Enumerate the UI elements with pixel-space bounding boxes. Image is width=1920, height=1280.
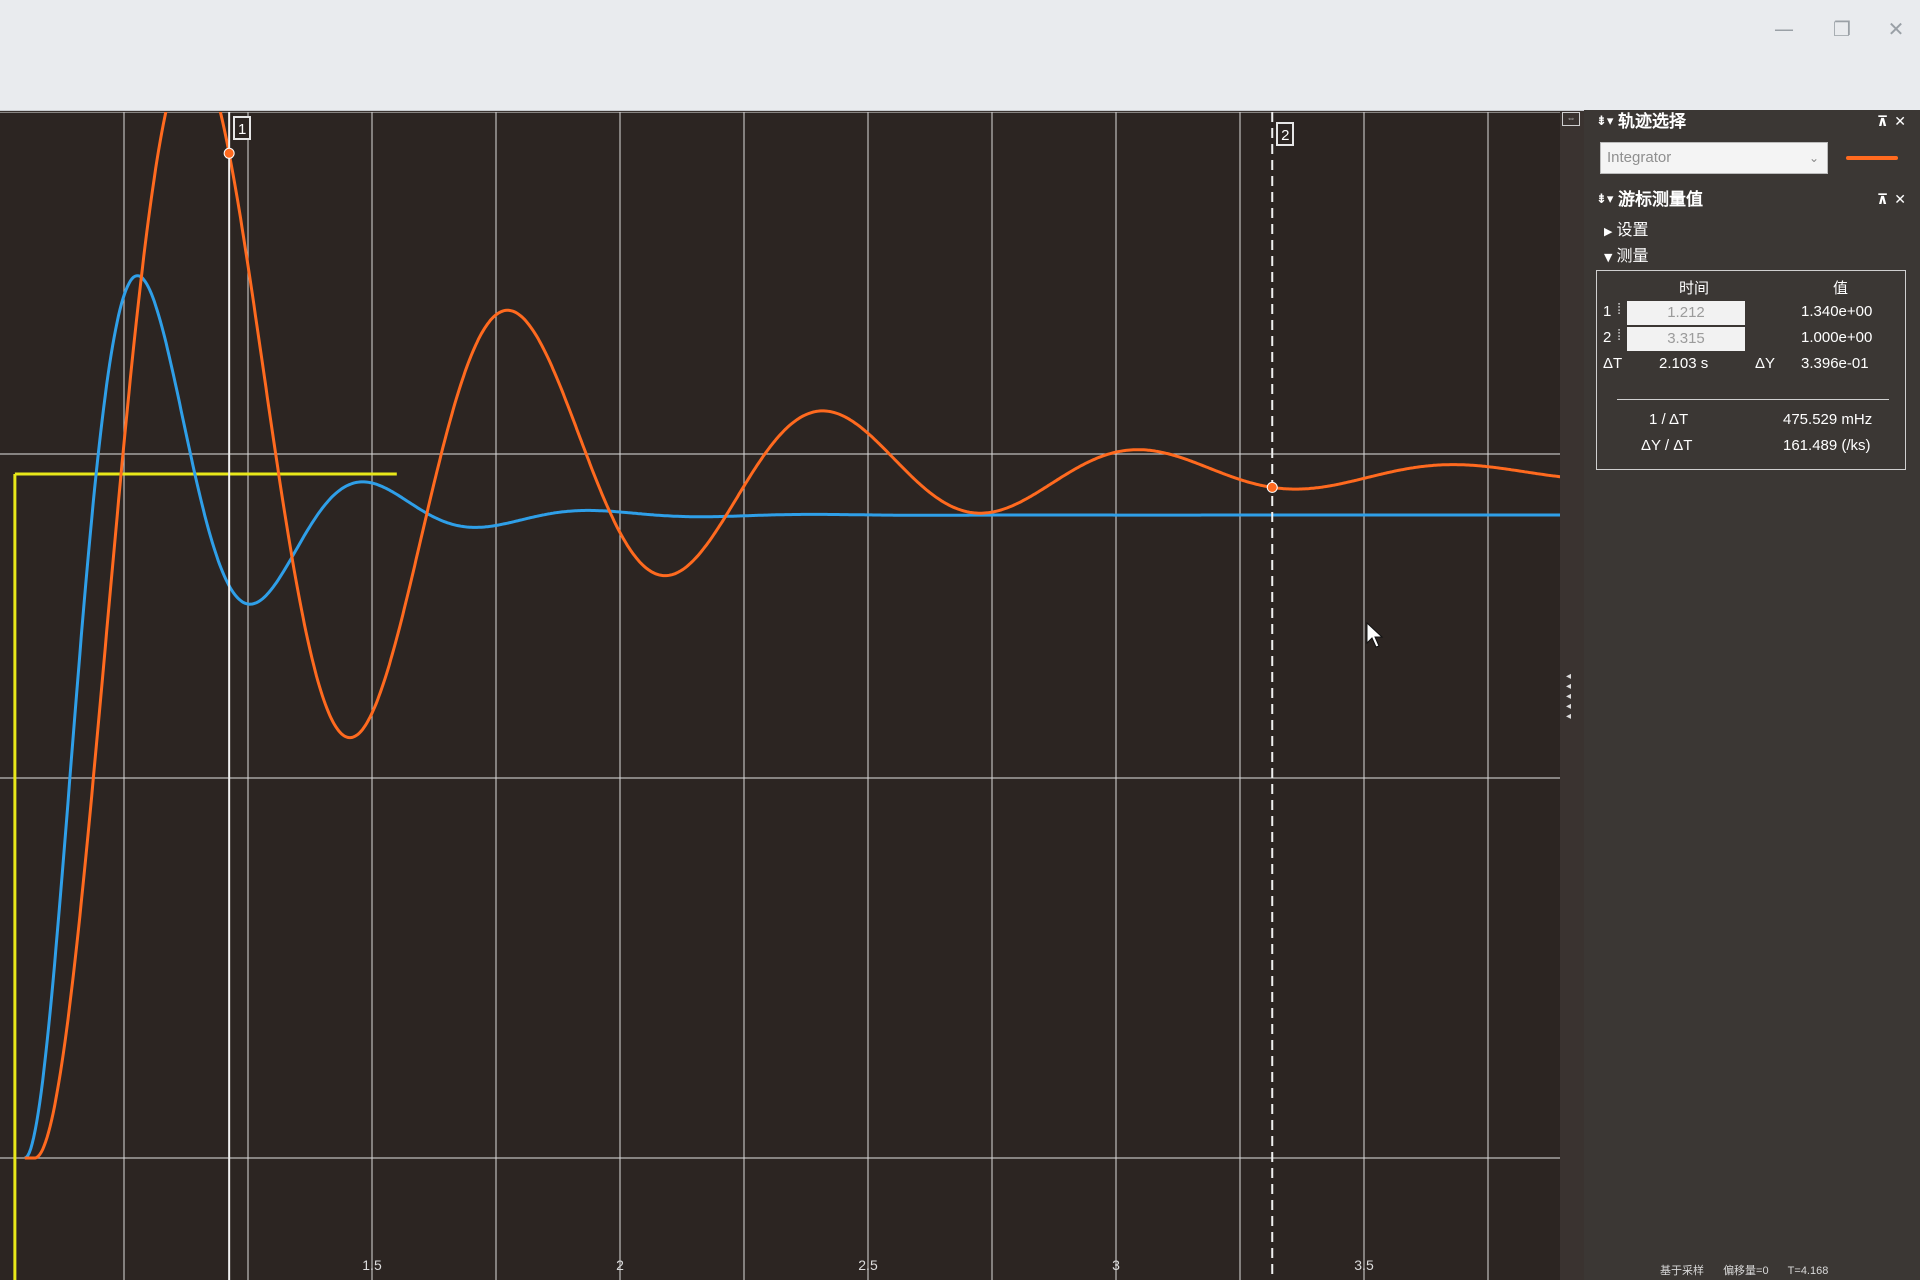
settings-tree-item[interactable]: ▶ 设置: [1604, 216, 1648, 240]
cursor-2-time-field[interactable]: 3.315: [1627, 327, 1745, 351]
cursor-2-handle[interactable]: 2: [1276, 122, 1295, 146]
cursor-1-marker: [223, 147, 235, 159]
inverse-delta-t-value: 475.529 mHz: [1783, 411, 1873, 428]
chevron-down-icon: ⌄: [1808, 151, 1819, 165]
measure-tree-item[interactable]: ▼ 测量: [1604, 242, 1648, 266]
delta-t-label: ΔT: [1603, 355, 1623, 372]
table-divider: [1617, 399, 1889, 400]
status-bar: 基于采样 偏移量=0 T=4.168: [1660, 1262, 1920, 1280]
settings-label: 设置: [1616, 220, 1649, 239]
cursor-1-time-field[interactable]: 1.212: [1627, 301, 1745, 325]
status-offset: 偏移量=0: [1723, 1265, 1769, 1277]
row-1-value: 1.340e+00: [1801, 303, 1873, 320]
trace-select-dropdown[interactable]: Integrator ⌄: [1600, 142, 1828, 174]
x-tick-label: 2: [616, 1257, 624, 1273]
delta-y-value: 3.396e-01: [1801, 355, 1869, 372]
trace-selection-header: ⇟▾ 轨迹选择 ⊼ ✕: [1596, 110, 1906, 134]
trace-integrator: [24, 112, 1560, 1160]
collapse-arrow-icon: ▼: [1604, 251, 1613, 264]
x-tick-label: 3: [1112, 1257, 1120, 1273]
close-button[interactable]: ✕: [1876, 14, 1916, 44]
cursor-2-marker: [1266, 481, 1278, 493]
status-time: T=4.168: [1787, 1265, 1829, 1277]
row-1-marker: ⁞: [1617, 301, 1622, 318]
row-2-marker: ⁞: [1617, 327, 1622, 344]
trace-color-swatch: [1846, 156, 1898, 160]
pin-icon[interactable]: ⊼: [1877, 192, 1888, 208]
scope-plot-area[interactable]: 1.522.533.54 1 2: [0, 112, 1560, 1280]
panel-close-icon[interactable]: ✕: [1894, 192, 1906, 208]
inverse-delta-t-label: 1 / ΔT: [1649, 411, 1689, 428]
trace-step: [13, 472, 397, 1280]
trace-select-value: Integrator: [1607, 149, 1672, 166]
measurement-table: 时间 值 1 ⁞ 1.212 1.340e+00 2 ⁞ 3.315 1.000…: [1596, 270, 1906, 470]
delta-y-label: ΔY: [1755, 355, 1776, 372]
expand-arrow-icon: ▶: [1604, 225, 1613, 238]
slope-value: 161.489 (/ks): [1783, 437, 1871, 454]
side-panel: ⇟▾ 轨迹选择 ⊼ ✕ Integrator ⌄ ⇟▾ 游标测量值 ⊼ ✕ ▶ 设置 …: [1584, 110, 1920, 1280]
expand-icon[interactable]: ⇔: [1562, 112, 1580, 126]
row-2-value: 1.000e+00: [1801, 329, 1873, 346]
column-header-time: 时间: [1679, 280, 1710, 297]
window-title-bar: — ❐ ✕: [0, 0, 1920, 111]
delta-t-value: 2.103 s: [1659, 355, 1709, 372]
collapse-icon[interactable]: ⇟▾: [1596, 110, 1613, 134]
slope-label: ΔY / ΔT: [1641, 437, 1693, 454]
x-tick-label: 2.5: [858, 1257, 878, 1273]
pin-icon[interactable]: ⊼: [1877, 114, 1888, 130]
status-sample: 基于采样: [1660, 1265, 1704, 1277]
minimize-button[interactable]: —: [1764, 14, 1804, 44]
row-1-index: 1: [1603, 303, 1612, 320]
trace-signal: [24, 274, 1560, 1160]
x-tick-label: 3.5: [1354, 1257, 1374, 1273]
scope-plot-svg: 1.522.533.54: [0, 112, 1560, 1280]
mouse-pointer-icon: [1366, 622, 1384, 648]
restore-button[interactable]: ❐: [1822, 14, 1862, 44]
column-header-value: 值: [1833, 280, 1849, 297]
trace-selection-title: 轨迹选择: [1618, 112, 1686, 132]
measure-label: 测量: [1616, 246, 1649, 265]
panel-resize-grip[interactable]: ◂ ◂ ◂ ◂ ◂: [1566, 672, 1576, 724]
cursor-measurements-header: ⇟▾ 游标测量值 ⊼ ✕: [1596, 188, 1906, 212]
cursor-measurements-title: 游标测量值: [1618, 190, 1703, 210]
panel-close-icon[interactable]: ✕: [1894, 114, 1906, 130]
row-2-index: 2: [1603, 329, 1612, 346]
collapse-icon[interactable]: ⇟▾: [1596, 188, 1613, 212]
x-tick-label: 1.5: [362, 1257, 382, 1273]
cursor-1-handle[interactable]: 1: [233, 116, 252, 140]
